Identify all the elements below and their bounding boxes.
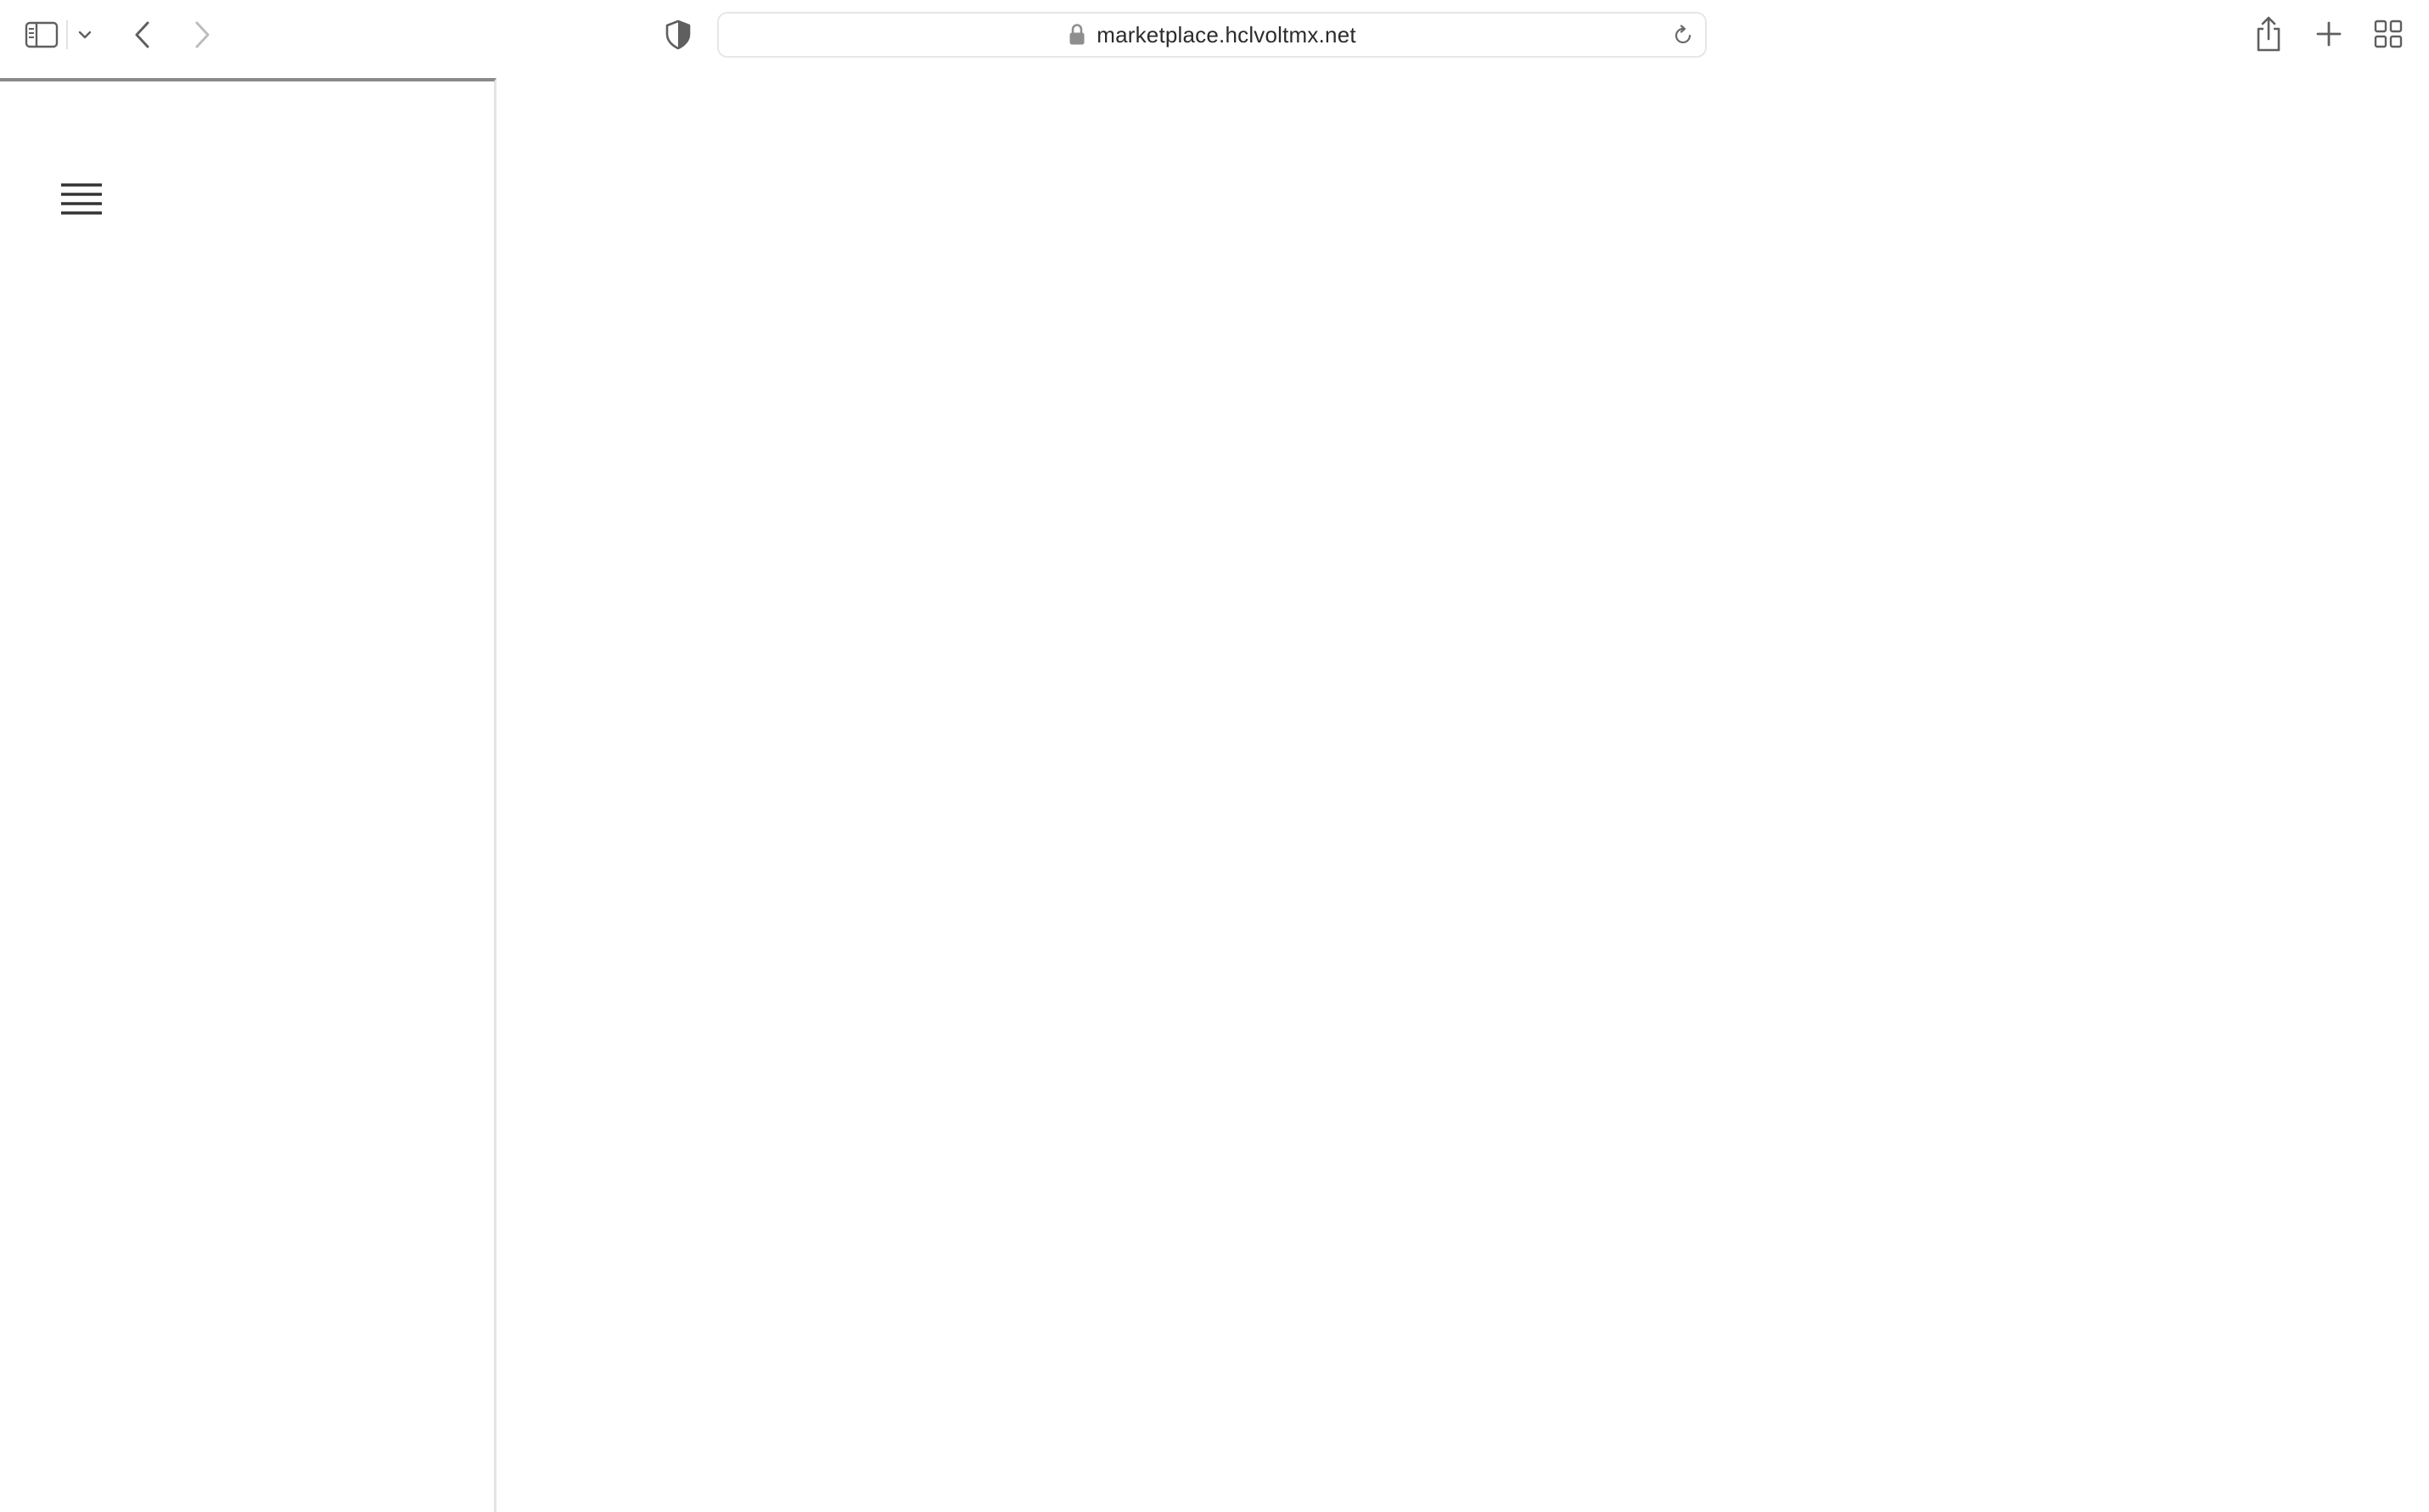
browser-toolbar: marketplace.hclvoltmx.net — [0, 0, 2429, 78]
chevron-down-icon[interactable] — [73, 24, 97, 46]
reload-button[interactable] — [1669, 22, 1697, 49]
chevron-right-icon — [195, 21, 210, 48]
new-tab-button[interactable] — [2310, 15, 2348, 53]
toolbar-divider — [66, 20, 68, 49]
menu-button[interactable] — [58, 180, 105, 217]
browser-window: marketplace.hclvoltmx.net — [0, 0, 2429, 1512]
tab-overview-button[interactable] — [2370, 15, 2407, 53]
privacy-report-button[interactable] — [659, 15, 698, 54]
url-text: marketplace.hclvoltmx.net — [1097, 21, 1356, 48]
hamburger-icon — [61, 183, 102, 215]
forward-button[interactable] — [185, 15, 219, 54]
shield-icon — [665, 20, 691, 50]
address-bar[interactable]: marketplace.hclvoltmx.net — [717, 12, 1707, 58]
back-button[interactable] — [126, 15, 160, 54]
reload-icon — [1674, 25, 1691, 44]
sidebar-icon[interactable] — [20, 17, 63, 53]
main-content-area — [496, 78, 2429, 1512]
share-icon — [2257, 16, 2280, 52]
web-page — [0, 78, 2429, 1512]
share-button[interactable] — [2251, 12, 2286, 56]
chevron-left-icon — [135, 21, 149, 48]
lock-icon — [1069, 24, 1085, 45]
grid-icon — [2374, 20, 2403, 48]
plus-icon — [2316, 21, 2342, 47]
address-content: marketplace.hclvoltmx.net — [719, 14, 1705, 56]
side-panel — [0, 78, 496, 1512]
